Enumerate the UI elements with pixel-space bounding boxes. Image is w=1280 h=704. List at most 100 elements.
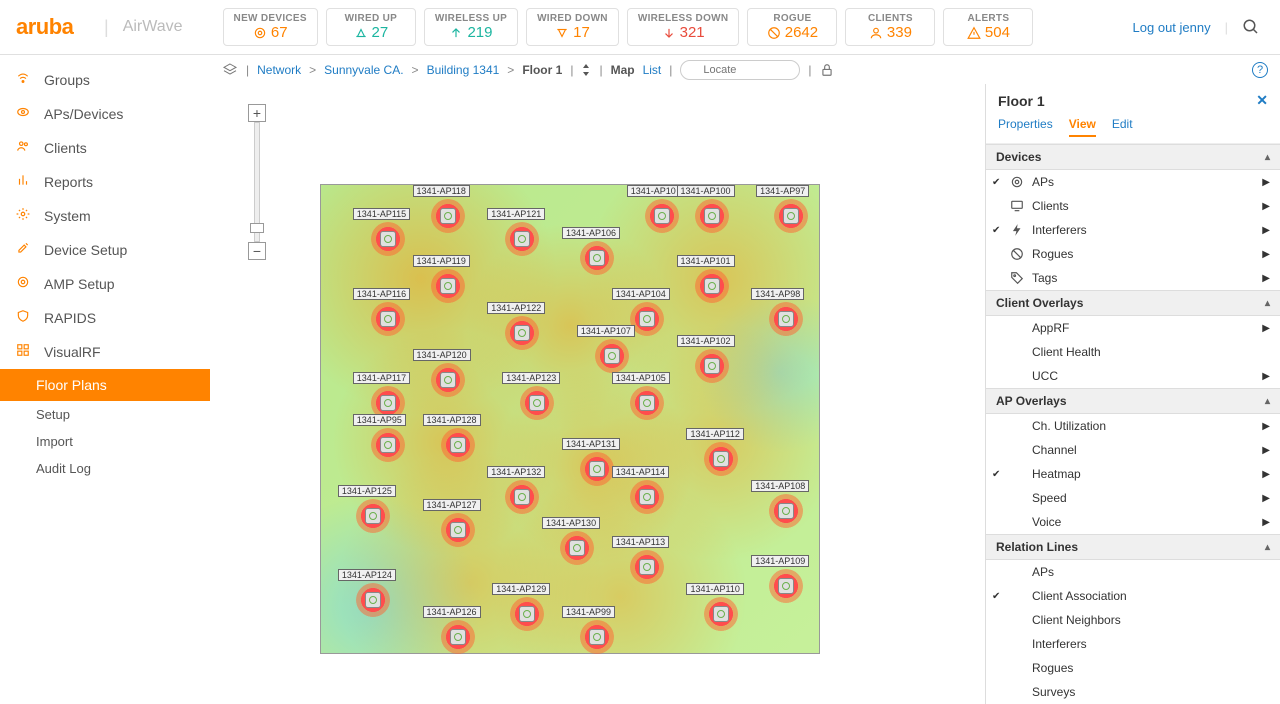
ap-marker[interactable]: 1341-AP116	[371, 302, 405, 336]
expand-icon[interactable]: ▶	[1262, 273, 1270, 284]
stat-wired-down[interactable]: WIRED DOWN17	[526, 8, 619, 46]
stat-wired-up[interactable]: WIRED UP27	[326, 8, 416, 46]
nav-rapids[interactable]: RAPIDS	[0, 301, 210, 335]
crumb-building[interactable]: Building 1341	[427, 63, 500, 77]
ap-marker[interactable]: 1341-AP102	[695, 349, 729, 383]
ap-marker[interactable]: 1341-AP130	[560, 531, 594, 565]
ap-marker[interactable]: 1341-AP119	[431, 269, 465, 303]
nav-groups[interactable]: Groups	[0, 63, 210, 97]
ap-marker[interactable]: 1341-AP114	[630, 480, 664, 514]
ap-marker[interactable]: 1341-AP126	[441, 620, 475, 654]
panel-row-ch-utilization[interactable]: Ch. Utilization▶	[986, 414, 1280, 438]
ap-marker[interactable]: 1341-AP131	[580, 452, 614, 486]
stat-new-devices[interactable]: NEW DEVICES67	[223, 8, 318, 46]
ap-marker[interactable]: 1341-AP108	[769, 494, 803, 528]
ap-marker[interactable]: 1341-AP115	[371, 222, 405, 256]
ap-marker[interactable]: 1341-AP10	[645, 199, 679, 233]
crumb-site[interactable]: Sunnyvale CA.	[324, 63, 403, 77]
section-header-client_overlays[interactable]: Client Overlays▴	[986, 290, 1280, 316]
expand-icon[interactable]	[581, 64, 591, 76]
locate-input[interactable]	[680, 60, 800, 80]
tab-list[interactable]: List	[643, 63, 662, 77]
section-header-ap_overlays[interactable]: AP Overlays▴	[986, 388, 1280, 414]
section-header-relation_lines[interactable]: Relation Lines▴	[986, 534, 1280, 560]
zoom-out-button[interactable]: −	[248, 242, 266, 260]
help-icon[interactable]: ?	[1252, 62, 1268, 78]
expand-icon[interactable]: ▶	[1262, 371, 1270, 382]
nav-visualrf[interactable]: VisualRF	[0, 335, 210, 369]
expand-icon[interactable]: ▶	[1262, 323, 1270, 334]
expand-icon[interactable]: ▶	[1262, 225, 1270, 236]
ap-marker[interactable]: 1341-AP95	[371, 428, 405, 462]
ap-marker[interactable]: 1341-AP121	[505, 222, 539, 256]
panel-row-heatmap[interactable]: ✔Heatmap▶	[986, 462, 1280, 486]
panel-row-client-association[interactable]: ✔Client Association	[986, 584, 1280, 608]
ap-marker[interactable]: 1341-AP124	[356, 583, 390, 617]
panel-row-rogues[interactable]: Rogues▶	[986, 242, 1280, 266]
panel-row-tags[interactable]: Tags▶	[986, 266, 1280, 290]
nav-device-setup[interactable]: Device Setup	[0, 233, 210, 267]
ap-marker[interactable]: 1341-AP123	[520, 386, 554, 420]
panel-row-client-neighbors[interactable]: Client Neighbors	[986, 608, 1280, 632]
panel-row-ucc[interactable]: UCC▶	[986, 364, 1280, 388]
panel-row-interferers[interactable]: ✔Interferers▶	[986, 218, 1280, 242]
panel-row-channel[interactable]: Channel▶	[986, 438, 1280, 462]
ap-marker[interactable]: 1341-AP98	[769, 302, 803, 336]
ap-marker[interactable]: 1341-AP101	[695, 269, 729, 303]
expand-icon[interactable]: ▶	[1262, 493, 1270, 504]
panel-row-speed[interactable]: Speed▶	[986, 486, 1280, 510]
nav-clients[interactable]: Clients	[0, 131, 210, 165]
expand-icon[interactable]: ▶	[1262, 445, 1270, 456]
expand-icon[interactable]: ▶	[1262, 177, 1270, 188]
ap-marker[interactable]: 1341-AP97	[774, 199, 808, 233]
expand-icon[interactable]: ▶	[1262, 517, 1270, 528]
zoom-in-button[interactable]: +	[248, 104, 266, 122]
ap-marker[interactable]: 1341-AP105	[630, 386, 664, 420]
ap-marker[interactable]: 1341-AP122	[505, 316, 539, 350]
nav-sub-import[interactable]: Import	[0, 428, 210, 455]
expand-icon[interactable]: ▶	[1262, 249, 1270, 260]
nav-sub-floor-plans[interactable]: Floor Plans	[0, 369, 210, 401]
panel-row-clients[interactable]: Clients▶	[986, 194, 1280, 218]
nav-aps-devices[interactable]: APs/Devices	[0, 97, 210, 131]
panel-row-aps[interactable]: ✔APs▶	[986, 170, 1280, 194]
zoom-slider[interactable]	[254, 122, 260, 242]
tab-map[interactable]: Map	[611, 63, 635, 77]
panel-row-surveys[interactable]: Surveys	[986, 680, 1280, 704]
ap-marker[interactable]: 1341-AP106	[580, 241, 614, 275]
panel-close-icon[interactable]: ✕	[1256, 92, 1268, 109]
ap-marker[interactable]: 1341-AP109	[769, 569, 803, 603]
expand-icon[interactable]: ▶	[1262, 201, 1270, 212]
panel-row-interferers[interactable]: Interferers	[986, 632, 1280, 656]
ap-marker[interactable]: 1341-AP100	[695, 199, 729, 233]
stat-wireless-up[interactable]: WIRELESS UP219	[424, 8, 518, 46]
search-icon[interactable]	[1242, 18, 1260, 36]
tab-view[interactable]: View	[1069, 117, 1096, 137]
nav-reports[interactable]: Reports	[0, 165, 210, 199]
ap-marker[interactable]: 1341-AP110	[704, 597, 738, 631]
ap-marker[interactable]: 1341-AP113	[630, 550, 664, 584]
lock-icon[interactable]	[820, 63, 834, 77]
panel-row-aps[interactable]: APs	[986, 560, 1280, 584]
stat-alerts[interactable]: ALERTS504	[943, 8, 1033, 46]
panel-row-client-health[interactable]: Client Health	[986, 340, 1280, 364]
ap-marker[interactable]: 1341-AP132	[505, 480, 539, 514]
crumb-network[interactable]: Network	[257, 63, 301, 77]
stat-wireless-down[interactable]: WIRELESS DOWN321	[627, 8, 740, 46]
stat-rogue[interactable]: ROGUE2642	[747, 8, 837, 46]
tab-edit[interactable]: Edit	[1112, 117, 1133, 137]
ap-marker[interactable]: 1341-AP128	[441, 428, 475, 462]
tab-properties[interactable]: Properties	[998, 117, 1053, 137]
expand-icon[interactable]: ▶	[1262, 469, 1270, 480]
nav-amp-setup[interactable]: AMP Setup	[0, 267, 210, 301]
floor-plan[interactable]: 1341-AP1181341-AP101341-AP1001341-AP9713…	[320, 184, 820, 654]
section-header-devices[interactable]: Devices▴	[986, 144, 1280, 170]
panel-row-apprf[interactable]: AppRF▶	[986, 316, 1280, 340]
panel-row-rogues[interactable]: Rogues	[986, 656, 1280, 680]
panel-row-voice[interactable]: Voice▶	[986, 510, 1280, 534]
expand-icon[interactable]: ▶	[1262, 421, 1270, 432]
map-canvas[interactable]: + − 1341-AP1181341-AP101341-AP1001341-AP…	[210, 84, 985, 704]
ap-marker[interactable]: 1341-AP112	[704, 442, 738, 476]
stat-clients[interactable]: CLIENTS339	[845, 8, 935, 46]
nav-sub-setup[interactable]: Setup	[0, 401, 210, 428]
